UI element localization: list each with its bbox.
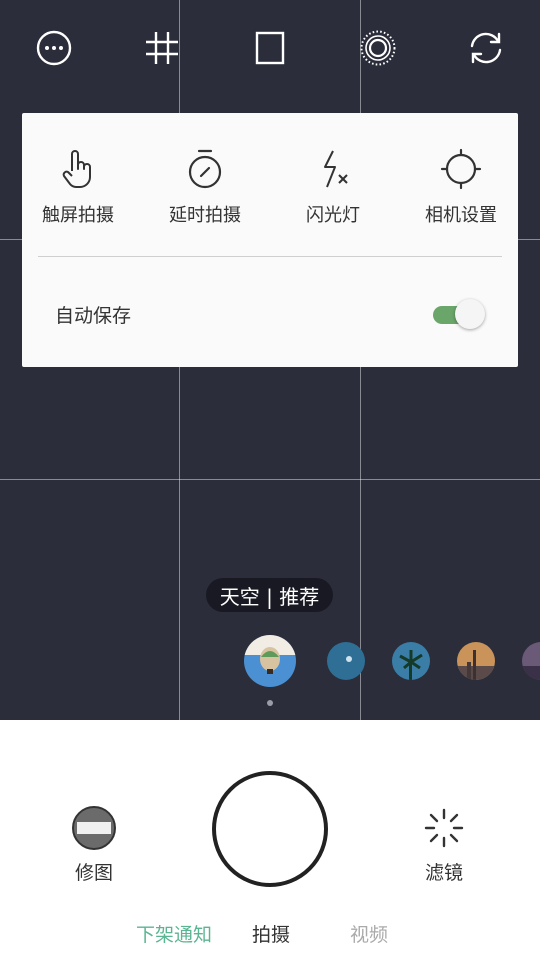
toggle-knob <box>455 299 485 329</box>
shutter-button[interactable] <box>212 771 328 887</box>
touch-icon <box>62 150 91 188</box>
live-photo-icon[interactable] <box>358 28 398 68</box>
timer-label: 延时拍摄 <box>169 205 241 226</box>
timer-icon <box>188 149 222 189</box>
edit-photo-label: 修图 <box>74 862 113 884</box>
filter-thumb-ocean[interactable] <box>327 642 365 680</box>
flash-off-icon <box>324 150 348 188</box>
flash-option[interactable]: 闪光灯 <box>278 147 388 227</box>
filter-thumb-palm-tree[interactable] <box>392 642 430 680</box>
filter-icon <box>424 808 464 848</box>
aspect-ratio-icon[interactable] <box>250 28 290 68</box>
grid-line <box>0 479 540 480</box>
camera-settings-label: 相机设置 <box>425 205 497 226</box>
camera-viewfinder[interactable]: 触屏拍摄 延时拍摄 闪光灯 相机设置 自动保存 天空 | 推荐 <box>0 0 540 720</box>
settings-panel: 触屏拍摄 延时拍摄 闪光灯 相机设置 自动保存 <box>22 113 518 367</box>
tab-video[interactable]: 视频 <box>350 920 388 947</box>
filter-thumb-hot-air-balloon[interactable] <box>244 635 296 687</box>
filter-label: 滤镜 <box>424 862 463 884</box>
switch-camera-icon[interactable] <box>466 28 506 68</box>
gallery-thumbnail-icon <box>72 806 116 850</box>
filter-button[interactable]: 滤镜 <box>399 806 489 885</box>
tab-photo[interactable]: 拍摄 <box>252 920 290 947</box>
auto-save-toggle[interactable] <box>433 298 485 329</box>
filter-name-pill: 天空 | 推荐 <box>206 578 333 612</box>
touch-shoot-label: 触屏拍摄 <box>42 205 114 226</box>
more-icon[interactable] <box>34 28 74 68</box>
edit-photo-button[interactable]: 修图 <box>49 806 139 885</box>
tab-takedown-notice[interactable]: 下架通知 <box>136 920 212 947</box>
flash-label: 闪光灯 <box>306 205 360 226</box>
touch-shoot-option[interactable]: 触屏拍摄 <box>23 147 133 227</box>
panel-divider <box>38 256 502 257</box>
page-indicator-dot <box>267 700 273 706</box>
camera-settings-icon <box>440 148 482 190</box>
filter-thumb-dusk-sky[interactable] <box>522 642 540 680</box>
camera-settings-option[interactable]: 相机设置 <box>406 147 516 227</box>
filter-thumb-city-sunset[interactable] <box>457 642 495 680</box>
auto-save-label: 自动保存 <box>55 305 132 327</box>
timer-option[interactable]: 延时拍摄 <box>150 147 260 227</box>
grid-icon[interactable] <box>142 28 182 68</box>
bottom-control-bar: 修图 滤镜 下架通知 拍摄 视频 <box>0 720 540 960</box>
